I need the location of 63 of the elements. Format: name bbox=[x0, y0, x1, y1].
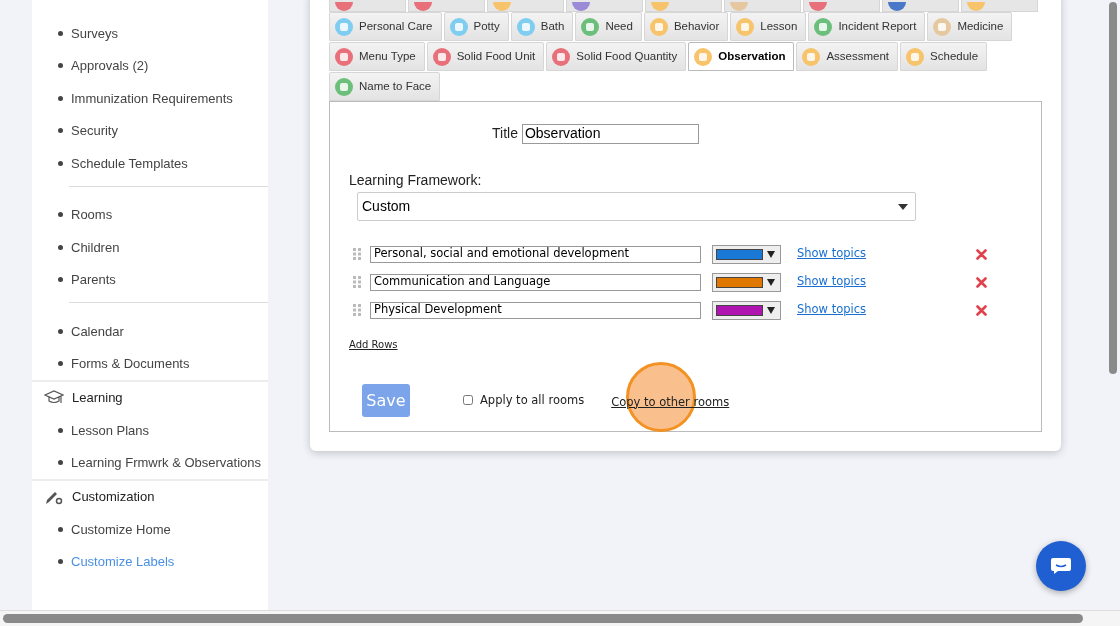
tab[interactable]: Name to Face bbox=[329, 72, 441, 101]
section-heading: Customization bbox=[72, 488, 155, 507]
delete-icon[interactable] bbox=[976, 304, 988, 316]
tab[interactable]: Menu Type bbox=[329, 42, 425, 71]
sidebar-link[interactable]: Immunization Requirements bbox=[71, 88, 233, 108]
tab[interactable]: Need bbox=[575, 12, 642, 41]
tab[interactable]: Schedule bbox=[900, 42, 988, 71]
tab[interactable] bbox=[408, 0, 485, 12]
category-field[interactable]: Personal, social and emotional development bbox=[370, 245, 701, 263]
sidebar-link[interactable]: Forms & Documents bbox=[71, 354, 190, 374]
chat-button[interactable] bbox=[1036, 541, 1086, 591]
tab[interactable]: Medicine bbox=[927, 12, 1013, 41]
caret-icon bbox=[767, 250, 775, 258]
drag-handle-icon[interactable] bbox=[353, 248, 361, 260]
delete-icon[interactable] bbox=[976, 276, 988, 288]
title-field[interactable]: Observation bbox=[521, 123, 699, 144]
chat-icon bbox=[1050, 557, 1072, 575]
color-picker[interactable] bbox=[712, 300, 781, 320]
add-rows-link[interactable]: Add Rows bbox=[349, 337, 1022, 352]
sidebar-link[interactable]: Rooms bbox=[71, 205, 113, 225]
sidebar-link[interactable]: Calendar bbox=[71, 321, 124, 341]
checkbox-label: Apply to all rooms bbox=[480, 391, 585, 409]
sidebar-link[interactable]: Children bbox=[71, 237, 120, 257]
tab[interactable]: Personal Care bbox=[329, 12, 442, 41]
tab[interactable]: Solid Food Unit bbox=[426, 42, 545, 71]
category-field[interactable]: Physical Development bbox=[370, 301, 701, 319]
field-label: Title bbox=[492, 124, 518, 143]
show-topics-link[interactable]: Show topics bbox=[797, 245, 867, 263]
sidebar-link[interactable]: Security bbox=[71, 121, 118, 141]
color-picker[interactable] bbox=[712, 244, 781, 264]
framework-select[interactable]: Custom bbox=[357, 192, 916, 221]
sidebar-link[interactable]: Learning Frmwrk & Observations bbox=[71, 453, 261, 473]
apply-checkbox[interactable] bbox=[463, 394, 473, 405]
tab[interactable]: Observation bbox=[688, 42, 795, 71]
color-picker[interactable] bbox=[712, 272, 781, 292]
sidebar-link[interactable]: Approvals (2) bbox=[71, 56, 149, 76]
sidebar-link[interactable]: Lesson Plans bbox=[71, 420, 150, 440]
tab[interactable]: Assessment bbox=[796, 42, 899, 71]
tab[interactable]: Incident Report bbox=[808, 12, 926, 41]
tab[interactable]: Potty bbox=[443, 12, 509, 41]
drag-handle-icon[interactable] bbox=[353, 304, 361, 316]
tab[interactable] bbox=[803, 0, 880, 12]
show-topics-link[interactable]: Show topics bbox=[797, 301, 867, 319]
sidebar-link[interactable]: Customize Home bbox=[71, 519, 171, 539]
sidebar-link[interactable]: Surveys bbox=[71, 23, 118, 43]
caret-icon bbox=[898, 203, 908, 210]
category-field[interactable]: Communication and Language bbox=[370, 273, 701, 291]
sidebar-link[interactable]: Schedule Templates bbox=[71, 153, 188, 173]
section-heading: Learning bbox=[72, 389, 123, 408]
field-label: Learning Framework: bbox=[349, 171, 483, 190]
show-topics-link[interactable]: Show topics bbox=[797, 273, 867, 291]
caret-icon bbox=[767, 306, 775, 314]
tab[interactable] bbox=[329, 0, 406, 12]
drag-handle-icon[interactable] bbox=[353, 276, 361, 288]
tab[interactable] bbox=[566, 0, 643, 12]
caret-icon bbox=[767, 278, 775, 286]
tab[interactable]: Behavior bbox=[643, 12, 729, 41]
delete-icon[interactable] bbox=[976, 248, 988, 260]
sidebar-link[interactable]: Parents bbox=[71, 270, 116, 290]
tab[interactable]: Solid Food Quantity bbox=[546, 42, 687, 71]
tab[interactable]: Bath bbox=[510, 12, 574, 41]
tab[interactable] bbox=[882, 0, 959, 12]
tab[interactable]: Lesson bbox=[730, 12, 807, 41]
